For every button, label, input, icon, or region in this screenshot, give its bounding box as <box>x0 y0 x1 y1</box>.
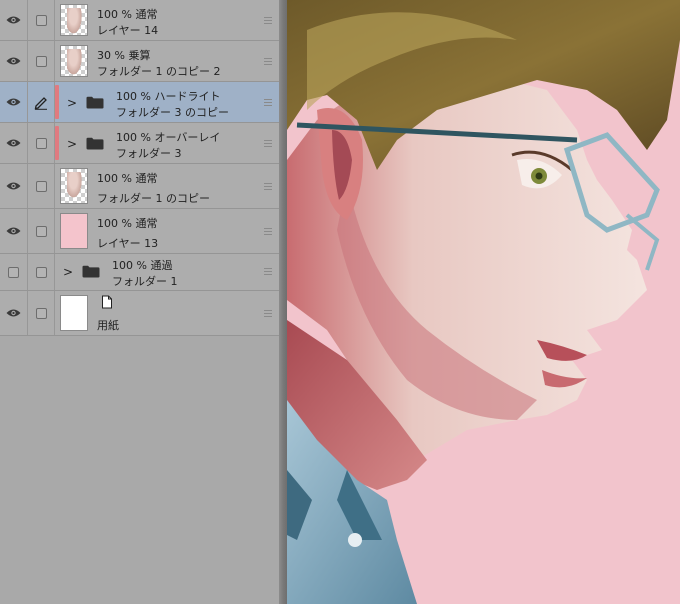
layer-thumbnail <box>60 295 88 331</box>
visibility-toggle[interactable] <box>0 41 28 81</box>
layer-checkbox[interactable] <box>28 291 55 335</box>
eye-icon <box>6 139 21 147</box>
checkbox-box <box>35 180 47 192</box>
drag-handle-icon[interactable] <box>264 268 272 275</box>
layer-opacity-mode: 100 % オーバーレイ <box>116 131 221 144</box>
layer-name: フォルダー 1 のコピー <box>97 192 210 205</box>
layer-thumbnail <box>60 213 88 249</box>
layers-panel: 100 % 通常 レイヤー 14 30 % 乗算 フォルダー 1 のコピー 2 <box>0 0 287 604</box>
layer-checkbox[interactable] <box>28 0 55 40</box>
checkbox-box <box>35 14 47 26</box>
layer-name: フォルダー 1 <box>112 275 178 288</box>
artwork <box>287 0 680 604</box>
layer-name: レイヤー 13 <box>97 237 159 250</box>
color-label <box>55 126 59 160</box>
checkbox-box <box>35 266 47 278</box>
layer-row-paper[interactable]: 用紙 <box>0 291 279 336</box>
panel-divider[interactable] <box>279 0 287 604</box>
layer-row-layer13[interactable]: 100 % 通常 レイヤー 13 <box>0 209 279 254</box>
drag-handle-icon[interactable] <box>264 58 272 65</box>
layer-checkbox[interactable] <box>28 41 55 81</box>
layer-name: フォルダー 3 <box>116 147 182 160</box>
visibility-toggle[interactable] <box>0 209 28 253</box>
chevron-right-icon[interactable]: > <box>67 96 77 110</box>
layer-name: 用紙 <box>97 319 119 332</box>
layer-row-folder1-copy2[interactable]: 30 % 乗算 フォルダー 1 のコピー 2 <box>0 41 279 82</box>
layer-opacity-mode: 100 % 通常 <box>97 8 158 21</box>
layer-name: フォルダー 1 のコピー 2 <box>97 65 221 78</box>
layer-list: 100 % 通常 レイヤー 14 30 % 乗算 フォルダー 1 のコピー 2 <box>0 0 279 336</box>
layer-opacity-mode: 100 % 通常 <box>97 217 158 230</box>
layer-checkbox[interactable] <box>28 123 55 163</box>
chevron-right-icon[interactable]: > <box>63 265 73 279</box>
layer-checkbox[interactable] <box>28 254 55 290</box>
layer-row-folder1[interactable]: > 100 % 通過 フォルダー 1 <box>0 254 279 291</box>
drag-handle-icon[interactable] <box>264 310 272 317</box>
paper-icon <box>102 295 112 309</box>
eye-icon <box>6 309 21 317</box>
layer-name: フォルダー 3 のコピー <box>116 106 229 119</box>
layer-row-folder3-copy[interactable]: > 100 % ハードライト フォルダー 3 のコピー <box>0 82 279 123</box>
checkbox-box <box>35 55 47 67</box>
pencil-icon <box>34 97 47 110</box>
layer-row-folder1-copy[interactable]: 100 % 通常 フォルダー 1 のコピー <box>0 164 279 209</box>
layer-opacity-mode: 100 % 通過 <box>112 259 173 272</box>
visibility-toggle[interactable] <box>0 0 28 40</box>
drag-handle-icon[interactable] <box>264 99 272 106</box>
checkbox-box <box>35 225 47 237</box>
eye-icon <box>6 16 21 24</box>
hidden-visibility-box <box>8 266 19 278</box>
chevron-right-icon[interactable]: > <box>67 137 77 151</box>
visibility-toggle[interactable] <box>0 254 28 290</box>
layer-checkbox[interactable] <box>28 209 55 253</box>
layer-row-folder3[interactable]: > 100 % オーバーレイ フォルダー 3 <box>0 123 279 164</box>
folder-icon <box>82 265 100 278</box>
layer-thumbnail <box>60 168 88 204</box>
drag-handle-icon[interactable] <box>264 228 272 235</box>
drag-handle-icon[interactable] <box>264 140 272 147</box>
layer-opacity-mode: 100 % ハードライト <box>116 90 221 103</box>
folder-icon <box>86 96 104 109</box>
checkbox-box <box>35 137 47 149</box>
layer-checkbox[interactable] <box>28 164 55 208</box>
layer-thumbnail <box>60 45 88 77</box>
drawing-canvas[interactable] <box>287 0 680 604</box>
layer-opacity-mode: 30 % 乗算 <box>97 49 151 62</box>
layer-thumbnail <box>60 4 88 36</box>
layer-row-layer14[interactable]: 100 % 通常 レイヤー 14 <box>0 0 279 41</box>
color-label <box>55 85 59 119</box>
visibility-toggle[interactable] <box>0 123 28 163</box>
visibility-toggle[interactable] <box>0 291 28 335</box>
folder-icon <box>86 137 104 150</box>
eye-icon <box>6 98 21 106</box>
layer-opacity-mode: 100 % 通常 <box>97 172 158 185</box>
eye-icon <box>6 182 21 190</box>
eye-icon <box>6 57 21 65</box>
visibility-toggle[interactable] <box>0 164 28 208</box>
layer-name: レイヤー 14 <box>97 24 159 37</box>
checkbox-box <box>35 307 47 319</box>
eye-icon <box>6 227 21 235</box>
visibility-toggle[interactable] <box>0 82 28 122</box>
drag-handle-icon[interactable] <box>264 183 272 190</box>
drag-handle-icon[interactable] <box>264 17 272 24</box>
edit-indicator[interactable] <box>28 82 55 122</box>
